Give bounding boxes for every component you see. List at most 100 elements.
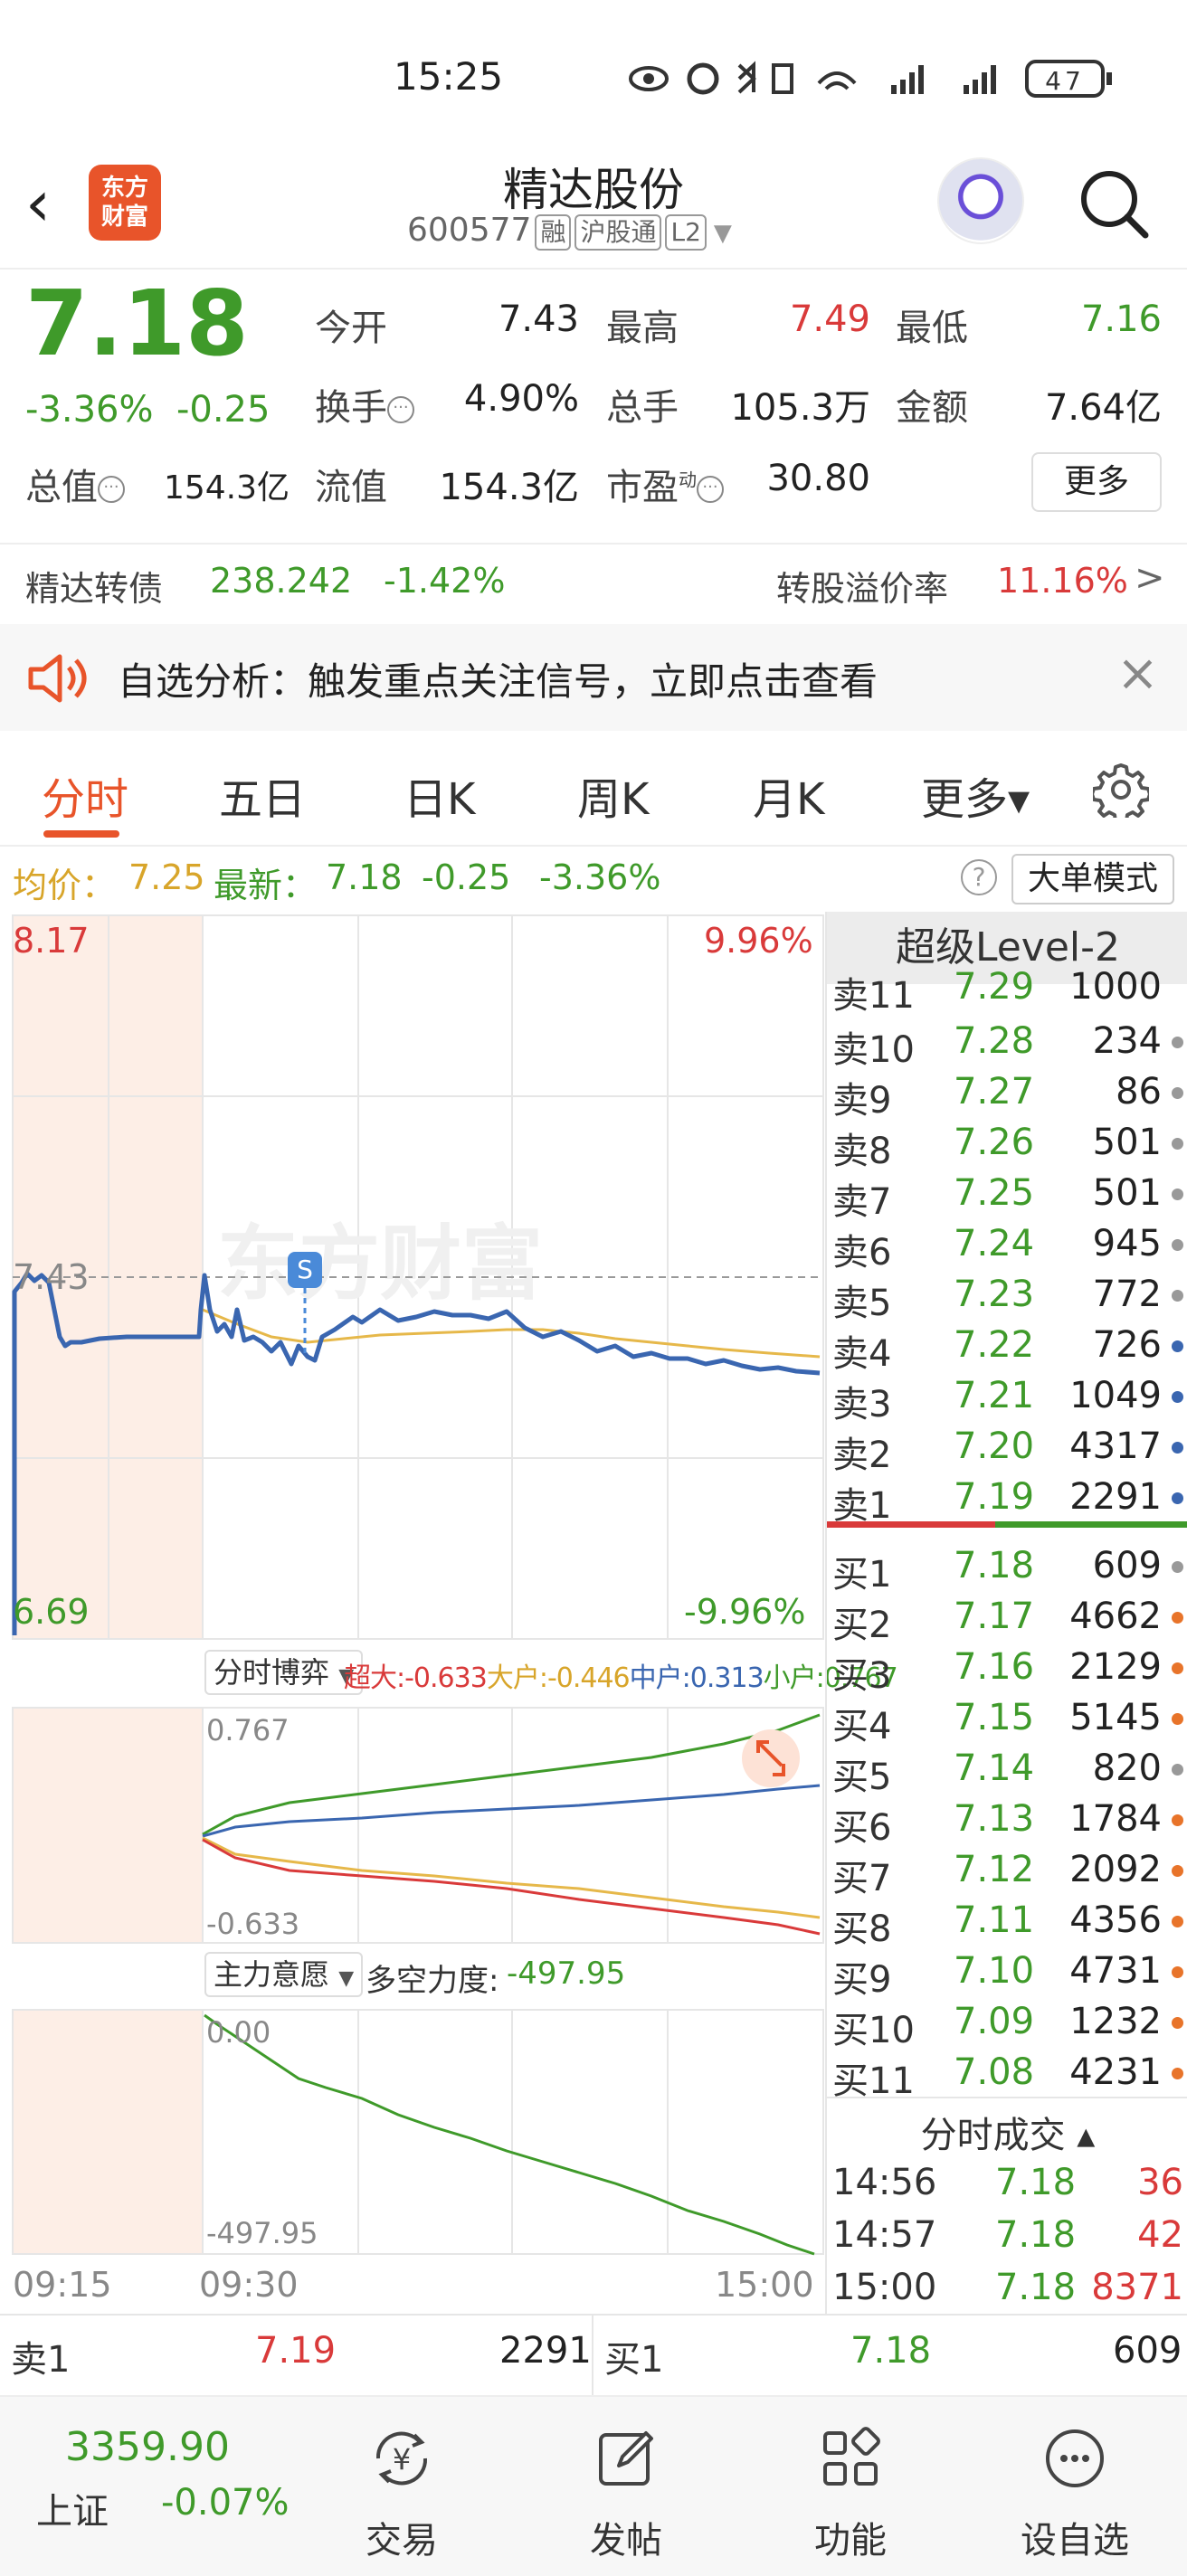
ask-row[interactable]: 卖6 7.24 945 [827, 1219, 1187, 1274]
bid-volume: 2092 [1069, 1849, 1162, 1890]
bid-volume: 4231 [1069, 2051, 1162, 2093]
bid-volume: 820 [1092, 1747, 1162, 1789]
ask-row[interactable]: 卖7 7.25 501 [827, 1169, 1187, 1223]
low-value: 7.16 [1080, 298, 1162, 340]
tab-monthly-k[interactable]: 月K [753, 763, 824, 827]
bid-row[interactable]: 买6 7.13 1784 [827, 1795, 1187, 1849]
ask-row[interactable]: 卖4 7.22 726 [827, 1321, 1187, 1375]
bid-volume: 5145 [1069, 1697, 1162, 1738]
game-selector[interactable]: 分时博弈 ▼ [204, 1650, 364, 1695]
ask-row[interactable]: 卖1 7.19 2291 [827, 1473, 1187, 1527]
intraday-info-bar: 均价： 7.25 最新： 7.18 -0.25 -3.36% ? 大单模式 [0, 847, 1187, 912]
ask-level-label: 卖10 [832, 1029, 915, 1071]
bid-row[interactable]: 买10 7.09 1232 [827, 1997, 1187, 2051]
bid-row[interactable]: 买1 7.18 609 [827, 1541, 1187, 1596]
quote-panel: 7.18 -3.36% -0.25 今开 7.43 最高 7.49 最低 7.1… [0, 271, 1187, 543]
tab-intraday[interactable]: 分时 [42, 763, 128, 827]
close-icon[interactable]: × [1116, 644, 1159, 703]
bid-row[interactable]: 买2 7.17 4662 [827, 1592, 1187, 1646]
stock-header: ‹ 东方 财富 精达股份 600577 融沪股通 L2 ▼ [0, 154, 1187, 270]
level2-panel[interactable]: 超级Level-2 卖11 7.29 1000 卖10 7.28 234 卖9 7.27 86 卖… [825, 912, 1187, 2314]
bid-row[interactable]: 买5 7.14 820 [827, 1744, 1187, 1798]
convertible-bond-row[interactable]: 精达转债 238.242 -1.42% 转股溢价率 11.16% > [0, 543, 1187, 624]
trade-time: 15:00 [832, 2267, 937, 2308]
bid-row[interactable]: 买3 7.16 2129 [827, 1643, 1187, 1697]
battery-level: 47 [1045, 66, 1085, 96]
bid-price: 7.10 [954, 1950, 1035, 1992]
order-flag-dot [1172, 1037, 1183, 1048]
bid-row[interactable]: 买7 7.12 2092 [827, 1845, 1187, 1899]
bid-price: 7.13 [954, 1798, 1035, 1840]
ask-volume: 726 [1092, 1324, 1162, 1366]
search-icon[interactable] [1077, 166, 1151, 241]
bid-level-label: 买5 [832, 1757, 892, 1798]
nav-add-watchlist[interactable]: 设自选 [1002, 2422, 1147, 2563]
nav-post[interactable]: 发帖 [554, 2422, 698, 2563]
ask-row[interactable]: 卖10 7.28 234 [827, 1017, 1187, 1071]
more-circle-icon [1046, 2429, 1104, 2487]
bid-level-label: 买7 [832, 1858, 892, 1899]
nav-functions[interactable]: 功能 [778, 2422, 923, 2563]
gear-icon[interactable] [1093, 762, 1149, 818]
ask-row[interactable]: 卖3 7.21 1049 [827, 1371, 1187, 1425]
bid-row[interactable]: 买9 7.10 4731 [827, 1946, 1187, 2001]
nav-add-watchlist-label: 设自选 [1021, 2520, 1129, 2562]
stock-code-row[interactable]: 600577 融沪股通 L2 ▼ [407, 212, 732, 251]
ask-row[interactable]: 卖11 7.29 1000 [827, 962, 1187, 1017]
tab-five-day[interactable]: 五日 [219, 763, 306, 827]
volume-value: 105.3万 [730, 387, 870, 429]
ask-row[interactable]: 卖2 7.20 4317 [827, 1422, 1187, 1476]
pe-label[interactable]: 市盈动 ··· [606, 458, 724, 510]
trade-time: 14:56 [832, 2162, 937, 2203]
assistant-robot-icon[interactable] [937, 157, 1024, 244]
ask-row[interactable]: 卖8 7.26 501 [827, 1118, 1187, 1172]
help-icon[interactable]: ? [961, 859, 997, 895]
bottom-nav: 3359.90 上证 -0.07% ¥ 交易 发帖 功能 设自选 [0, 2395, 1187, 2576]
legend-large-label: 大户: [486, 1662, 548, 1694]
divider [592, 2316, 594, 2397]
order-flag-dot [1172, 1442, 1183, 1454]
ask-price: 7.27 [954, 1071, 1035, 1113]
volume-label: 总手 [606, 387, 679, 429]
tab-daily-k[interactable]: 日K [404, 763, 475, 827]
more-button[interactable]: 更多 [1031, 452, 1162, 512]
trades-header[interactable]: 分时成交 ▴ [827, 2097, 1187, 2156]
bid-row[interactable]: 买11 7.08 4231 [827, 2048, 1187, 2102]
bid-level-label: 买2 [832, 1605, 892, 1646]
order-flag-dot [1172, 1612, 1183, 1624]
total-cap-label[interactable]: 总值 ··· [25, 458, 125, 510]
order-flag-dot [1172, 1713, 1183, 1725]
bid-row[interactable]: 买8 7.11 4356 [827, 1896, 1187, 1950]
game-max-label: 0.767 [206, 1713, 290, 1747]
index-name: 上证 [36, 2491, 109, 2533]
ask-volume: 501 [1092, 1122, 1162, 1163]
tab-weekly-k[interactable]: 周K [577, 763, 649, 827]
turnover-rate-label[interactable]: 换手 ··· [315, 378, 414, 431]
chevron-right-icon: > [1135, 557, 1165, 599]
ask-row[interactable]: 卖5 7.23 772 [827, 1270, 1187, 1324]
alert-banner[interactable]: 自选分析：触发重点关注信号，立即点击查看 × [0, 624, 1187, 731]
intraday-chart[interactable]: 东方财富 S 8.17 9.96% 7.43 6.69 -9.96% 分时博弈 … [0, 912, 898, 2314]
trade-signal-marker[interactable]: S [297, 1255, 313, 1284]
tab-more[interactable]: 更多▾ [921, 763, 1030, 827]
big-order-mode-button[interactable]: 大单模式 [1011, 854, 1174, 904]
high-label: 最高 [606, 308, 679, 349]
ask-price: 7.25 [954, 1172, 1035, 1214]
ref-price-label: 7.43 [13, 1257, 90, 1297]
ask-price: 7.23 [954, 1274, 1035, 1315]
status-indicators-icon: 47 [629, 60, 1112, 98]
trade-price: 7.18 [995, 2214, 1077, 2256]
time-open: 09:30 [199, 2265, 299, 2305]
ask-price: 7.21 [954, 1375, 1035, 1416]
nav-trade[interactable]: ¥ 交易 [329, 2422, 474, 2563]
bid-volume: 4731 [1069, 1950, 1162, 1992]
open-value: 7.43 [498, 298, 579, 340]
force-selector[interactable]: 主力意愿 ▼ [204, 1952, 364, 1997]
bid-price: 7.08 [954, 2051, 1035, 2093]
legend-small-label: 小户: [763, 1662, 825, 1694]
ask-row[interactable]: 卖9 7.27 86 [827, 1067, 1187, 1122]
premium-label: 转股溢价率 [776, 569, 949, 609]
total-cap-value: 154.3亿 [163, 469, 290, 507]
ask-level-label: 卖8 [832, 1131, 892, 1172]
bid-row[interactable]: 买4 7.15 5145 [827, 1693, 1187, 1747]
